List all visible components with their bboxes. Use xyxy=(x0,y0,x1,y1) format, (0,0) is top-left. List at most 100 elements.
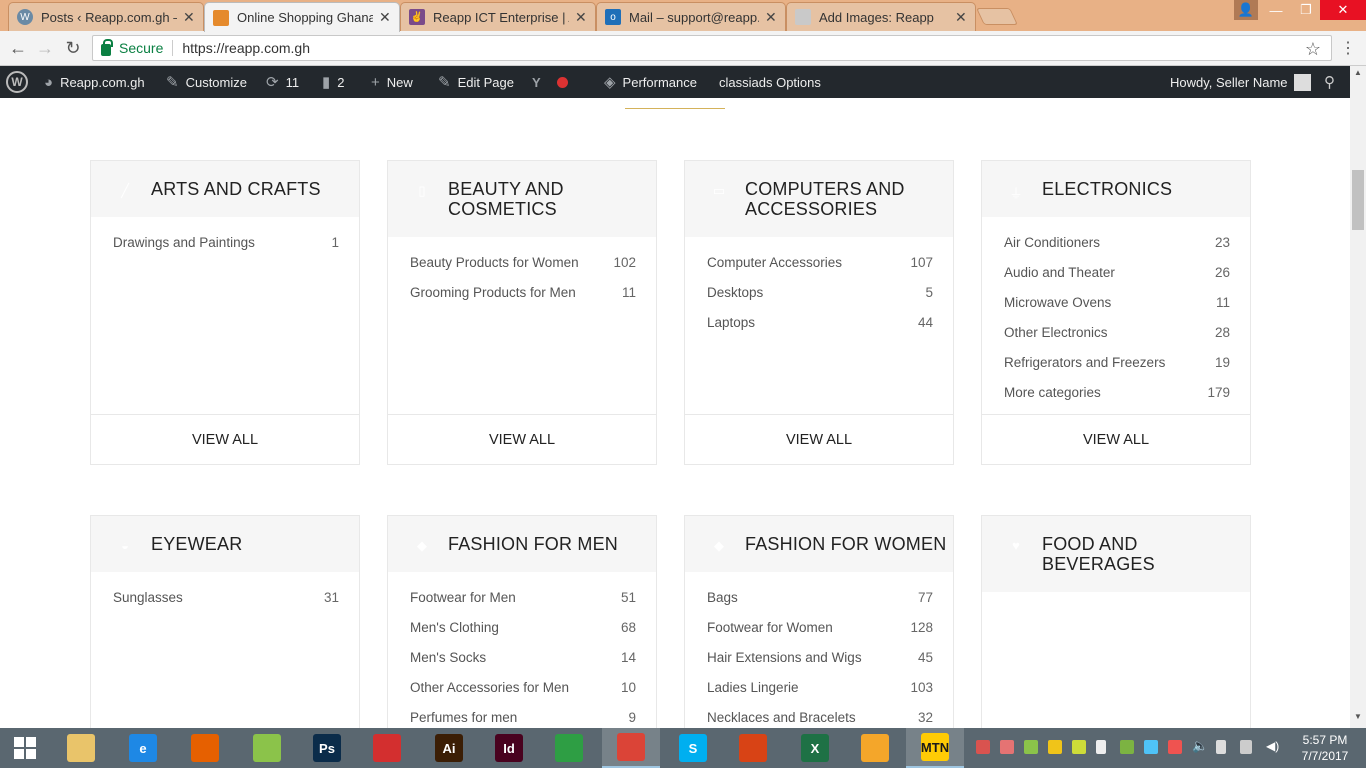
taskbar-app-chrome[interactable] xyxy=(602,728,660,768)
scroll-down-arrow-icon[interactable]: ▼ xyxy=(1350,712,1366,726)
category-header[interactable]: ╱ ARTS AND CRAFTS xyxy=(91,161,359,217)
classiads-options-link[interactable]: classiads Options xyxy=(719,66,821,98)
wordpress-logo-icon[interactable]: W xyxy=(6,66,28,98)
tab-mail[interactable]: o Mail – support@reapp.co ✕ xyxy=(596,2,786,31)
edit-page-link[interactable]: ✎ Edit Page xyxy=(438,66,514,98)
tray-app-icon[interactable] xyxy=(1144,740,1158,754)
taskbar-app-illustrator[interactable]: Ai xyxy=(420,728,478,768)
tray-app-icon[interactable] xyxy=(1168,740,1182,754)
close-icon[interactable]: ✕ xyxy=(183,9,195,26)
tray-app-icon[interactable] xyxy=(1024,740,1038,754)
tray-app-icon[interactable] xyxy=(976,740,990,754)
tab-posts[interactable]: W Posts ‹ Reapp.com.gh — ✕ xyxy=(8,2,204,31)
forward-button[interactable]: → xyxy=(33,36,57,60)
subcategory-item[interactable]: More categories 179 xyxy=(1004,377,1230,407)
system-clock[interactable]: 5:57 PM 7/7/2017 xyxy=(1296,732,1354,764)
url-text[interactable]: https://reapp.com.gh xyxy=(182,40,310,56)
battery-icon[interactable] xyxy=(1216,740,1226,754)
taskbar-app-media-player[interactable] xyxy=(846,728,904,768)
scrollbar-thumb[interactable] xyxy=(1352,170,1364,230)
subcategory-item[interactable]: Perfumes for men 9 xyxy=(410,702,636,728)
bookmark-star-icon[interactable]: ☆ xyxy=(1305,39,1321,60)
subcategory-item[interactable]: Necklaces and Bracelets 32 xyxy=(707,702,933,728)
scroll-up-arrow-icon[interactable]: ▲ xyxy=(1350,68,1366,82)
subcategory-item[interactable]: Beauty Products for Women 102 xyxy=(410,247,636,277)
subcategory-item[interactable]: Men's Clothing 68 xyxy=(410,612,636,642)
reload-button[interactable]: ↻ xyxy=(61,36,85,60)
menu-icon[interactable]: ⋮ xyxy=(1336,36,1360,60)
view-all-button[interactable]: VIEW ALL xyxy=(91,414,359,464)
tab-reapp-ict[interactable]: ✌ Reapp ICT Enterprise | A ✕ xyxy=(400,2,596,31)
subcategory-item[interactable]: Air Conditioners 23 xyxy=(1004,227,1230,257)
new-tab-button[interactable] xyxy=(976,8,1018,25)
view-all-button[interactable]: VIEW ALL xyxy=(388,414,656,464)
user-profile-icon[interactable]: 👤 xyxy=(1234,0,1258,20)
close-icon[interactable]: ✕ xyxy=(765,9,777,26)
subcategory-item[interactable]: Ladies Lingerie 103 xyxy=(707,672,933,702)
tray-app-icon[interactable] xyxy=(1120,740,1134,754)
view-all-button[interactable]: VIEW ALL xyxy=(685,414,953,464)
subcategory-item[interactable]: Desktops 5 xyxy=(707,277,933,307)
site-name-link[interactable]: ◕ Reapp.com.gh xyxy=(44,66,145,98)
subcategory-item[interactable]: Laptops 44 xyxy=(707,307,933,337)
start-button[interactable] xyxy=(0,728,50,768)
subcategory-item[interactable]: Sunglasses 31 xyxy=(113,582,339,612)
taskbar-app-skype[interactable]: S xyxy=(664,728,722,768)
subcategory-item[interactable]: Other Electronics 28 xyxy=(1004,317,1230,347)
omnibox[interactable]: Secure https://reapp.com.gh ☆ xyxy=(92,35,1332,61)
back-button[interactable]: ← xyxy=(6,36,30,60)
minimize-button[interactable]: — xyxy=(1262,0,1290,20)
restore-button[interactable]: ❐ xyxy=(1292,0,1320,20)
close-icon[interactable]: ✕ xyxy=(955,9,967,26)
performance-link[interactable]: ◈ Performance xyxy=(604,66,697,98)
new-content-link[interactable]: + New xyxy=(371,66,413,98)
taskbar-app-firefox[interactable] xyxy=(176,728,234,768)
subcategory-item[interactable]: Footwear for Men 51 xyxy=(410,582,636,612)
close-icon[interactable]: ✕ xyxy=(575,9,587,26)
taskbar-app-acrobat[interactable] xyxy=(358,728,416,768)
taskbar-app-store[interactable] xyxy=(540,728,598,768)
secure-indicator[interactable]: Secure xyxy=(93,39,163,56)
taskbar-app-photoshop[interactable]: Ps xyxy=(298,728,356,768)
taskbar-app-internet-explorer[interactable]: e xyxy=(114,728,172,768)
tab-add-images[interactable]: Add Images: Reapp ✕ xyxy=(786,2,976,31)
category-header[interactable]: ◆ FASHION FOR MEN xyxy=(388,516,656,572)
my-account-link[interactable]: Howdy, Seller Name xyxy=(1170,66,1311,98)
taskbar-app-mtn[interactable]: MTN xyxy=(906,728,964,768)
subcategory-item[interactable]: Computer Accessories 107 xyxy=(707,247,933,277)
customize-link[interactable]: ✎ Customize xyxy=(166,66,247,98)
speaker-icon[interactable]: ◀) xyxy=(1266,739,1280,753)
subcategory-item[interactable]: Microwave Ovens 11 xyxy=(1004,287,1230,317)
category-header[interactable]: ▭ COMPUTERS AND ACCESSORIES xyxy=(685,161,953,237)
tray-app-icon[interactable] xyxy=(1000,740,1014,754)
tab-online-shopping[interactable]: Online Shopping Ghana ✕ xyxy=(204,2,400,32)
subcategory-item[interactable]: Grooming Products for Men 11 xyxy=(410,277,636,307)
taskbar-app-office-lens[interactable] xyxy=(724,728,782,768)
category-header[interactable]: ◆ FASHION FOR WOMEN xyxy=(685,516,953,572)
subcategory-item[interactable]: Hair Extensions and Wigs 45 xyxy=(707,642,933,672)
comments-link[interactable]: ▮ 2 xyxy=(322,66,345,98)
taskbar-app-excel[interactable]: X xyxy=(786,728,844,768)
subcategory-item[interactable]: Men's Socks 14 xyxy=(410,642,636,672)
search-icon[interactable]: ⚲ xyxy=(1324,66,1342,98)
category-header[interactable]: ♥ FOOD AND BEVERAGES xyxy=(982,516,1250,592)
view-all-button[interactable]: VIEW ALL xyxy=(982,414,1250,464)
tray-app-icon[interactable] xyxy=(1048,740,1062,754)
volume-icon[interactable]: 🔈 xyxy=(1192,738,1208,753)
tray-app-icon[interactable] xyxy=(1072,740,1086,754)
subcategory-item[interactable]: Refrigerators and Freezers 19 xyxy=(1004,347,1230,377)
flag-icon[interactable] xyxy=(1096,740,1106,754)
yoast-seo-icon[interactable]: Y xyxy=(532,66,568,98)
category-header[interactable]: ▯ BEAUTY AND COSMETICS xyxy=(388,161,656,237)
subcategory-item[interactable]: Drawings and Paintings 1 xyxy=(113,227,339,257)
subcategory-item[interactable]: Bags 77 xyxy=(707,582,933,612)
subcategory-item[interactable]: Footwear for Women 128 xyxy=(707,612,933,642)
taskbar-app-file-explorer[interactable] xyxy=(52,728,110,768)
taskbar-app-paint[interactable] xyxy=(238,728,296,768)
close-icon[interactable]: ✕ xyxy=(379,9,391,26)
category-header[interactable]: ⏚ ELECTRONICS xyxy=(982,161,1250,217)
subcategory-item[interactable]: Audio and Theater 26 xyxy=(1004,257,1230,287)
category-header[interactable]: ◒ EYEWEAR xyxy=(91,516,359,572)
subcategory-item[interactable]: Other Accessories for Men 10 xyxy=(410,672,636,702)
updates-link[interactable]: ⟳ 11 xyxy=(266,66,299,98)
